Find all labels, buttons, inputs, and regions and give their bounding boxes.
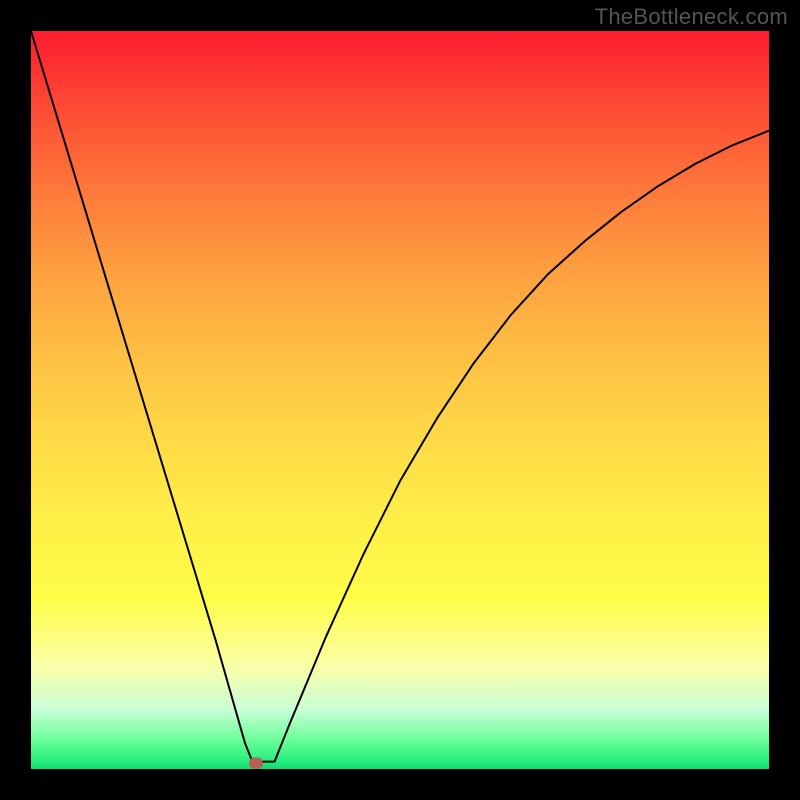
chart-plot-area [31, 31, 769, 769]
watermark-text: TheBottleneck.com [595, 4, 788, 30]
page-root: TheBottleneck.com [0, 0, 800, 800]
bottleneck-curve-path [31, 31, 769, 762]
bottleneck-curve-svg [31, 31, 769, 769]
minimum-point-marker [249, 758, 263, 769]
